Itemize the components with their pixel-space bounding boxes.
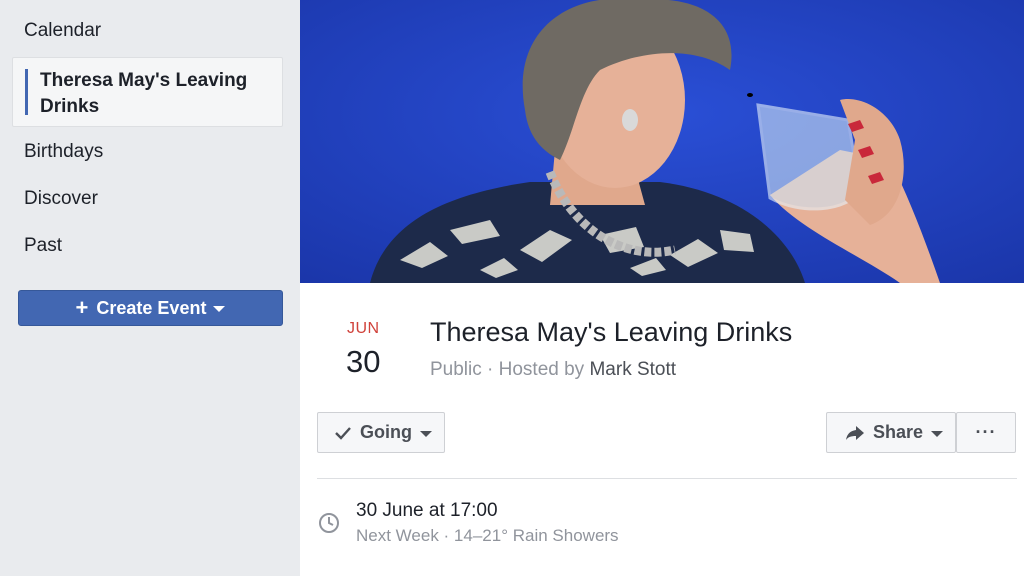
sidebar-item-birthdays[interactable]: Birthdays <box>24 141 103 163</box>
share-button[interactable]: Share <box>826 412 956 453</box>
sidebar-item-current-event[interactable]: Theresa May's Leaving Drinks <box>12 57 283 127</box>
chevron-down-icon <box>420 430 432 437</box>
clock-icon <box>319 513 339 533</box>
going-button[interactable]: Going <box>317 412 445 453</box>
event-privacy: Public <box>430 359 482 380</box>
event-time[interactable]: 30 June at 17:00 <box>356 500 498 522</box>
events-sidebar: Calendar Theresa May's Leaving Drinks Bi… <box>0 0 300 576</box>
plus-icon: + <box>75 295 89 320</box>
event-subtitle: Public · Hosted by Mark Stott <box>430 359 676 381</box>
create-event-label: Create Event <box>96 297 207 318</box>
hosted-by-text: · Hosted by <box>481 359 590 380</box>
sidebar-item-discover[interactable]: Discover <box>24 188 98 210</box>
chevron-down-icon <box>213 306 226 312</box>
going-label: Going <box>360 422 412 442</box>
divider <box>317 478 1017 479</box>
event-cover-photo[interactable] <box>300 0 1024 283</box>
create-event-button[interactable]: + Create Event <box>18 290 283 326</box>
event-date-month: JUN <box>347 320 380 337</box>
chevron-down-icon <box>931 430 944 437</box>
event-date-day: 30 <box>346 344 381 379</box>
more-options-button[interactable]: ··· <box>956 412 1016 453</box>
host-link[interactable]: Mark Stott <box>589 359 676 380</box>
sidebar-item-calendar[interactable]: Calendar <box>24 20 101 42</box>
event-title: Theresa May's Leaving Drinks <box>430 317 793 347</box>
share-arrow-icon <box>846 425 864 440</box>
event-main-panel: JUN 30 Theresa May's Leaving Drinks Publ… <box>300 0 1024 576</box>
event-weather: Next Week · 14–21° Rain Showers <box>356 526 619 545</box>
cover-illustration <box>300 0 1024 283</box>
sidebar-item-past[interactable]: Past <box>24 235 62 257</box>
checkmark-icon <box>335 426 351 440</box>
share-label: Share <box>873 422 924 442</box>
sidebar-item-label: Theresa May's Leaving Drinks <box>40 70 248 117</box>
active-indicator <box>25 69 28 115</box>
more-options-icon: ··· <box>975 422 997 442</box>
